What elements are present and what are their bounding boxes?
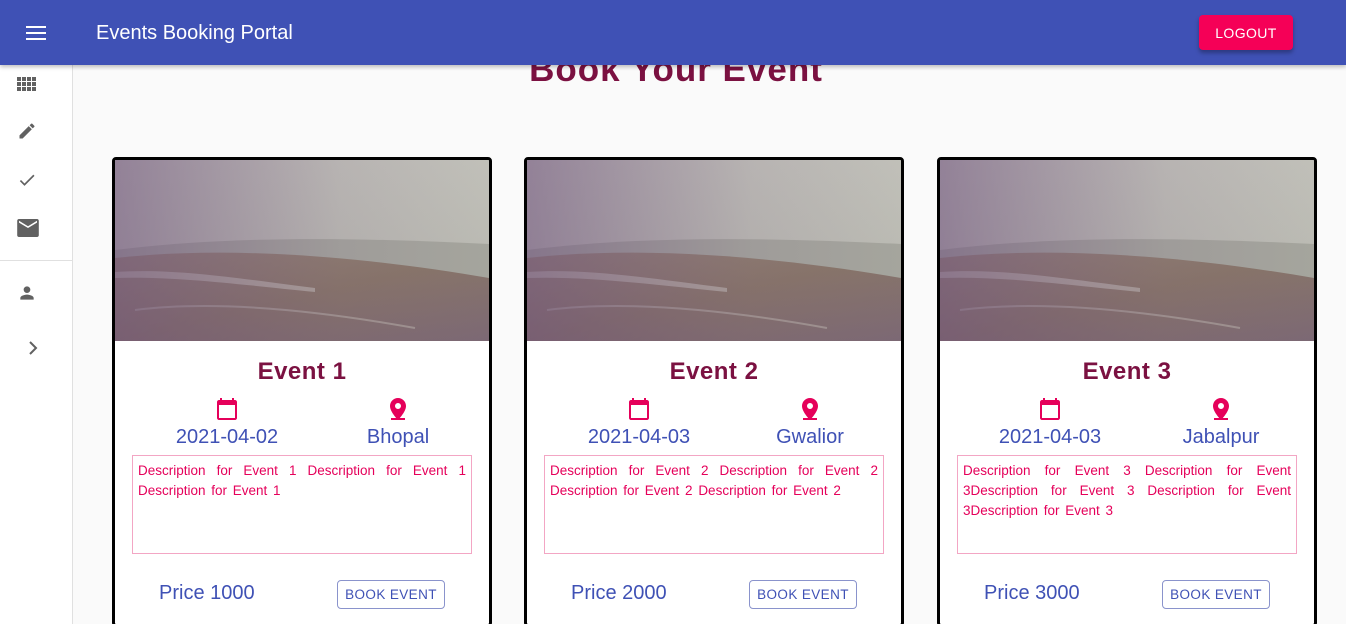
location-pin-icon [797, 396, 823, 422]
event-description: Description for Event 3 Description for … [957, 455, 1297, 554]
event-title: Event 2 [669, 358, 759, 385]
check-icon [19, 174, 35, 186]
drawer-item-done[interactable] [0, 156, 72, 204]
edit-pencil-icon [19, 123, 35, 139]
location-pin-icon [1208, 396, 1234, 422]
book-event-button[interactable]: BOOK EVENT [749, 580, 857, 609]
event-card: Event 2 2021-04-03 Gwalior Description f… [524, 157, 904, 624]
hamburger-menu-icon [26, 26, 46, 40]
event-price: Price 2000 [571, 582, 667, 604]
event-image [527, 160, 901, 341]
side-drawer [0, 65, 73, 624]
calendar-icon [626, 396, 652, 422]
event-description: Description for Event 1 Description for … [132, 455, 472, 554]
mail-icon [17, 219, 39, 237]
book-event-button[interactable]: BOOK EVENT [1162, 580, 1270, 609]
event-date: 2021-04-03 [587, 426, 691, 448]
drawer-item-profile[interactable] [0, 269, 72, 317]
calendar-icon [1037, 396, 1063, 422]
drawer-item-edit[interactable] [0, 107, 72, 155]
drawer-expand-button[interactable] [0, 324, 72, 372]
event-description: Description for Event 2 Description for … [544, 455, 884, 554]
event-date: 2021-04-03 [998, 426, 1102, 448]
location-pin-icon [385, 396, 411, 422]
event-title: Event 3 [1082, 358, 1172, 385]
person-icon [20, 286, 34, 300]
event-title: Event 1 [257, 358, 347, 385]
event-location: Jabalpur [1182, 426, 1260, 448]
calendar-icon [214, 396, 240, 422]
menu-button[interactable] [14, 14, 58, 52]
drawer-divider [0, 260, 72, 261]
event-price: Price 3000 [984, 582, 1080, 604]
logout-button[interactable]: LOGOUT [1199, 15, 1293, 50]
app-bar: Events Booking Portal LOGOUT [0, 0, 1346, 65]
event-card: Event 1 2021-04-02 Bhopal Description fo… [112, 157, 492, 624]
event-image [115, 160, 489, 341]
event-image [940, 160, 1314, 341]
chevron-right-icon [29, 341, 38, 355]
event-card: Event 3 2021-04-03 Jabalpur Description … [937, 157, 1317, 624]
app-title: Events Booking Portal [96, 22, 293, 44]
event-price: Price 1000 [159, 582, 255, 604]
drawer-item-mail[interactable] [0, 204, 72, 252]
event-location: Bhopal [366, 426, 430, 448]
event-location: Gwalior [776, 426, 844, 448]
event-date: 2021-04-02 [175, 426, 279, 448]
book-event-button[interactable]: BOOK EVENT [337, 580, 445, 609]
